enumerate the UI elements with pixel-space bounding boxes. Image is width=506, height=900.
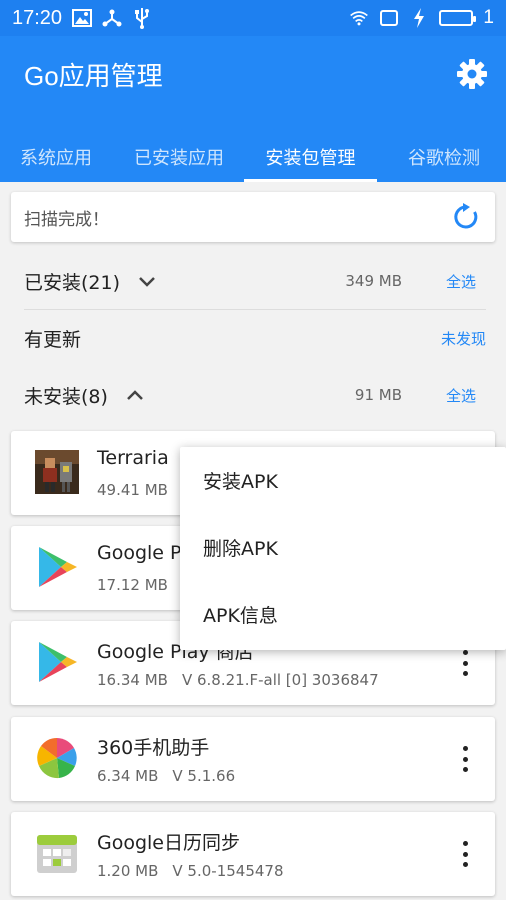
usb-share-icon: [102, 8, 122, 28]
section-not-installed[interactable]: 未安装(8) 91 MB 全选: [24, 375, 486, 415]
google-play-icon: [33, 543, 81, 591]
chevron-down-icon[interactable]: [136, 270, 158, 292]
google-play-icon: [33, 638, 81, 686]
360-assistant-icon: [33, 734, 81, 782]
app-size: 1.20 MB: [97, 862, 159, 880]
more-options-icon[interactable]: [457, 838, 473, 870]
section-installed-title: 已安装(21): [24, 271, 121, 294]
app-size: 16.34 MB: [97, 671, 168, 689]
app-name: Google P: [97, 542, 182, 564]
menu-item-apk-info[interactable]: APK信息: [180, 581, 506, 648]
section-updates-title: 有更新: [24, 328, 82, 351]
tab-installed-apps[interactable]: 已安装应用: [118, 132, 240, 182]
status-bar: 17:20 1: [0, 0, 506, 36]
scan-status-card: 扫描完成！: [11, 192, 495, 242]
chevron-up-icon[interactable]: [124, 384, 146, 406]
more-options-icon[interactable]: [457, 743, 473, 775]
tab-system-apps[interactable]: 系统应用: [0, 132, 112, 182]
tab-package-manager[interactable]: 安装包管理: [244, 132, 377, 182]
app-meta: 17.12 MB: [97, 576, 182, 594]
app-name: 360手机助手: [97, 737, 210, 759]
app-version: V 6.8.21.F-all [0] 3036847: [181, 671, 379, 689]
list-item[interactable]: 360手机助手 6.34 MB V 5.1.66: [11, 717, 495, 801]
section-installed[interactable]: 已安装(21) 349 MB 全选: [24, 261, 486, 301]
menu-item-delete-apk[interactable]: 删除APK: [180, 514, 506, 581]
app-size: 17.12 MB: [97, 576, 168, 594]
battery-level: 1: [483, 7, 494, 28]
select-all-not-installed-button[interactable]: 全选: [446, 385, 476, 406]
usb-icon: [132, 8, 152, 29]
charging-bolt-icon: [409, 8, 429, 28]
scan-status-text: 扫描完成！: [24, 209, 109, 230]
app-meta: 49.41 MB: [97, 481, 182, 499]
app-size: 49.41 MB: [97, 481, 168, 499]
more-options-icon[interactable]: [457, 647, 473, 679]
context-menu: 安装APK 删除APK APK信息: [180, 447, 506, 650]
tab-bar: 系统应用 已安装应用 安装包管理 谷歌检测: [0, 132, 506, 182]
section-not-installed-title: 未安装(8): [24, 385, 108, 408]
app-bar: Go应用管理 系统应用 已安装应用 安装包管理 谷歌检测: [0, 36, 506, 182]
status-time: 17:20: [12, 6, 63, 29]
app-meta: 16.34 MB V 6.8.21.F-all [0] 3036847: [97, 671, 379, 689]
updates-status[interactable]: 未发现: [441, 328, 486, 349]
app-version: V 5.1.66: [172, 767, 236, 785]
select-all-installed-button[interactable]: 全选: [446, 271, 476, 292]
app-meta: 6.34 MB V 5.1.66: [97, 767, 235, 785]
app-meta: 1.20 MB V 5.0-1545478: [97, 862, 284, 880]
google-calendar-sync-icon: [33, 829, 81, 877]
gear-icon[interactable]: [456, 58, 488, 90]
battery-icon: [439, 10, 477, 26]
tab-indicator: [244, 179, 377, 182]
app-title: Go应用管理: [24, 61, 163, 91]
app-name: Terraria: [97, 447, 169, 469]
section-updates: 有更新 未发现: [24, 318, 486, 358]
tab-google-check[interactable]: 谷歌检测: [382, 132, 506, 182]
list-item[interactable]: Google日历同步 1.20 MB V 5.0-1545478: [11, 812, 495, 896]
menu-item-install-apk[interactable]: 安装APK: [180, 447, 506, 514]
terraria-icon: [33, 448, 81, 496]
divider: [24, 309, 486, 310]
image-icon: [72, 8, 93, 28]
screen-rotate-icon: [379, 8, 399, 28]
app-name: Google日历同步: [97, 832, 241, 854]
section-installed-size: 349 MB: [345, 272, 402, 290]
app-size: 6.34 MB: [97, 767, 159, 785]
wifi-icon: [349, 8, 369, 28]
section-not-installed-size: 91 MB: [354, 386, 402, 404]
refresh-icon[interactable]: [451, 202, 481, 232]
app-version: V 5.0-1545478: [172, 862, 284, 880]
